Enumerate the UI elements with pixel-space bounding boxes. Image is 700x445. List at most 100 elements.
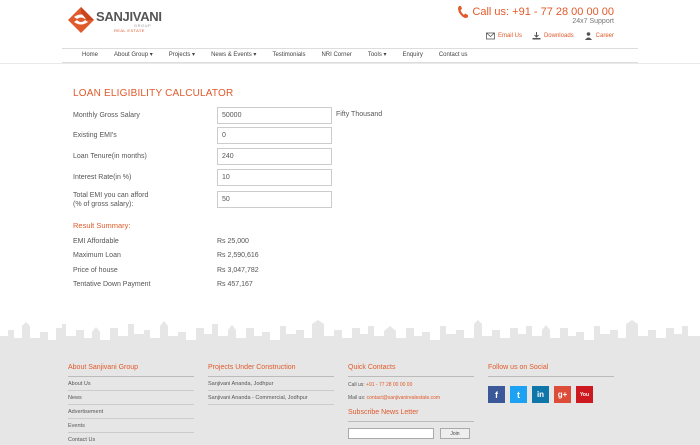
footer-call-value[interactable]: +91 - 77 28 00 00 00 — [366, 382, 412, 388]
footer-social-title: Follow us on Social — [488, 364, 614, 377]
facebook-icon[interactable]: f — [488, 386, 505, 403]
footer-projects-title: Projects Under Construction — [208, 364, 334, 377]
city-skyline-illustration — [0, 320, 700, 350]
salary-row: Monthly Gross Salary Fifty Thousand — [73, 107, 403, 124]
footer-contacts-column: Quick Contacts Call us: +91 - 77 28 00 0… — [348, 364, 474, 439]
download-icon — [532, 32, 541, 40]
footer-social-column: Follow us on Social f t in g+ You — [488, 364, 614, 403]
footer-mail-label: Mail us: — [348, 395, 367, 401]
footer-link-news[interactable]: News — [68, 391, 194, 405]
logo-subtitle: REAL ESTATE — [114, 28, 145, 33]
total-emi-row: Total EMI you can afford (% of gross sal… — [73, 191, 403, 209]
footer-mail-value[interactable]: contact@sanjivanirealestate.com — [367, 395, 440, 401]
footer-projects-column: Projects Under Construction Sanjivani An… — [208, 364, 334, 405]
existing-emi-row: Existing EMI's — [73, 127, 403, 144]
salary-in-words: Fifty Thousand — [336, 111, 383, 118]
newsletter-form: Join — [348, 428, 474, 439]
result-summary-title: Result Summary: — [73, 221, 131, 230]
envelope-icon — [486, 32, 495, 40]
existing-emi-input[interactable] — [217, 127, 332, 144]
footer-link-project-ananda-commercial[interactable]: Sanjivani Ananda - Commercial, Jodhpur — [208, 391, 334, 405]
interest-rate-input[interactable] — [217, 169, 332, 186]
header: SANJIVANI GROUP REAL ESTATE Call us: +91… — [0, 0, 700, 48]
footer-about-title: About Sanjivani Group — [68, 364, 194, 377]
social-icons: f t in g+ You — [488, 386, 614, 403]
email-us-label: Email Us — [497, 33, 522, 39]
googleplus-icon[interactable]: g+ — [554, 386, 571, 403]
result-label: Maximum Loan — [73, 252, 121, 259]
result-value: Rs 3,047,782 — [217, 267, 259, 274]
footer-link-project-ananda[interactable]: Sanjivani Ananda, Jodhpur — [208, 377, 334, 391]
facebook-glyph: f — [495, 389, 498, 400]
call-us-text: Call us: +91 - 77 28 00 00 00 — [472, 6, 614, 18]
loan-tenure-row: Loan Tenure(in months) — [73, 148, 403, 165]
nav-home[interactable]: Home — [74, 49, 106, 62]
support-text: 24x7 Support — [572, 18, 614, 25]
footer-link-contact-us[interactable]: Contact Us — [68, 433, 194, 445]
footer-call: Call us: +91 - 77 28 00 00 00 — [348, 377, 474, 390]
nav-contact-us[interactable]: Contact us — [431, 49, 476, 62]
footer-link-events[interactable]: Events — [68, 419, 194, 433]
existing-emi-label: Existing EMI's — [73, 132, 117, 139]
nav-news-events[interactable]: News & Events ▾ — [203, 49, 264, 62]
total-emi-label-line2: (% of gross salary): — [73, 201, 134, 208]
total-emi-input[interactable] — [217, 191, 332, 208]
youtube-glyph: You — [579, 391, 590, 398]
email-us-link[interactable]: Email Us — [486, 32, 522, 40]
salary-input[interactable] — [217, 107, 332, 124]
nav-nri-corner[interactable]: NRI Corner — [313, 49, 359, 62]
loan-tenure-input[interactable] — [217, 148, 332, 165]
newsletter-email-input[interactable] — [348, 428, 434, 439]
nav-enquiry[interactable]: Enquiry — [395, 49, 431, 62]
result-row-emi: EMI Affordable Rs 25,000 — [73, 238, 373, 248]
footer: About Sanjivani Group About Us News Adve… — [0, 350, 700, 445]
nav-tools[interactable]: Tools ▾ — [360, 49, 395, 62]
downloads-label: Downloads — [543, 33, 574, 39]
newsletter-title: Subscribe News Letter — [348, 409, 474, 422]
career-label: Career — [595, 33, 614, 39]
interest-rate-row: Interest Rate(in %) — [73, 169, 403, 186]
logo-mark-icon — [68, 7, 94, 33]
career-link[interactable]: Career — [584, 32, 614, 40]
twitter-glyph: t — [517, 389, 520, 400]
total-emi-label: Total EMI you can afford (% of gross sal… — [73, 191, 148, 209]
footer-about-column: About Sanjivani Group About Us News Adve… — [68, 364, 194, 445]
main-nav: Home About Group ▾ Projects ▾ News & Eve… — [62, 48, 638, 63]
linkedin-glyph: in — [536, 390, 545, 399]
footer-link-about-us[interactable]: About Us — [68, 377, 194, 391]
user-icon — [584, 32, 592, 40]
footer-mail: Mail us: contact@sanjivanirealestate.com — [348, 390, 474, 403]
loan-tenure-label: Loan Tenure(in months) — [73, 153, 147, 160]
result-row-down-payment: Tentative Down Payment Rs 457,167 — [73, 281, 373, 291]
total-emi-label-line1: Total EMI you can afford — [73, 192, 149, 199]
logo-name: SANJIVANI — [96, 9, 162, 24]
result-label: EMI Affordable — [73, 238, 119, 245]
page-title: LOAN ELIGIBILITY CALCULATOR — [73, 88, 234, 99]
top-links: Email Us Downloads Career — [486, 32, 614, 40]
result-label: Tentative Down Payment — [73, 281, 151, 288]
result-label: Price of house — [73, 267, 118, 274]
logo[interactable]: SANJIVANI GROUP REAL ESTATE — [68, 7, 162, 35]
result-row-price: Price of house Rs 3,047,782 — [73, 267, 373, 277]
linkedin-icon[interactable]: in — [532, 386, 549, 403]
footer-call-label: Call us: — [348, 382, 367, 388]
result-value: Rs 25,000 — [217, 238, 249, 245]
interest-rate-label: Interest Rate(in %) — [73, 174, 132, 181]
twitter-icon[interactable]: t — [510, 386, 527, 403]
nav-testimonials[interactable]: Testimonials — [264, 49, 313, 62]
youtube-icon[interactable]: You — [576, 386, 593, 403]
result-row-max-loan: Maximum Loan Rs 2,590,616 — [73, 252, 373, 262]
nav-divider — [0, 63, 700, 64]
result-value: Rs 457,167 — [217, 281, 253, 288]
salary-label: Monthly Gross Salary — [73, 112, 140, 119]
downloads-link[interactable]: Downloads — [532, 32, 574, 40]
footer-contacts-title: Quick Contacts — [348, 364, 474, 377]
call-us[interactable]: Call us: +91 - 77 28 00 00 00 — [457, 5, 614, 19]
footer-link-advertisement[interactable]: Advertisement — [68, 405, 194, 419]
nav-about-group[interactable]: About Group ▾ — [106, 49, 161, 62]
phone-icon — [458, 6, 469, 18]
googleplus-glyph: g+ — [557, 390, 568, 399]
nav-projects[interactable]: Projects ▾ — [161, 49, 203, 62]
newsletter-join-button[interactable]: Join — [440, 428, 470, 439]
result-value: Rs 2,590,616 — [217, 252, 259, 259]
